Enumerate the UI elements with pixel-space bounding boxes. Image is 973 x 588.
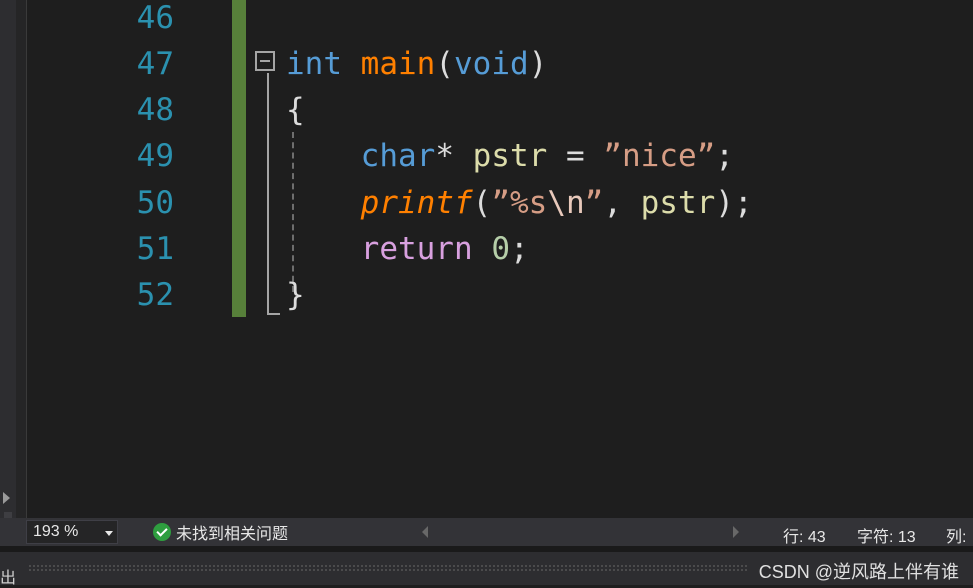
control-keyword-token: return [360,231,473,267]
fold-guide-line [267,73,269,313]
brace-token: } [286,277,305,313]
line-number: 48 [136,92,174,128]
variable-token: pstr [472,138,548,174]
number-token: 0 [491,231,510,267]
fold-guide-end [267,313,280,315]
editor-status-bar: 193 % 未找到相关问题 行: 43 字符: 13 列: [0,518,973,546]
zoom-value: 193 % [33,523,79,540]
check-circle-icon [153,523,171,541]
paren-token: ) [528,46,548,82]
scroll-right-icon[interactable] [733,526,739,538]
string-token: ”nice” [603,138,716,174]
line-number: 46 [136,0,174,36]
panel-separator [16,0,26,518]
keyword-token: int [286,46,342,82]
change-tracking-bar [232,0,246,317]
string-token: ” [584,185,604,221]
cursor-col: 列: [946,529,967,546]
paren-token: ( [472,185,492,221]
line-number: 51 [136,231,174,267]
punct-token: , [603,185,641,221]
watermark: CSDN @逆风路上伴有谁 [758,562,959,582]
chevron-down-icon [105,531,113,536]
code-line-51[interactable]: return 0; [286,226,529,272]
collapse-icon[interactable] [255,51,275,71]
line-number: 52 [136,277,174,313]
scroll-left-icon[interactable] [422,526,428,538]
line-number: 49 [136,138,174,174]
keyword-token: char [360,138,436,174]
line-number: 47 [136,46,174,82]
brace-token: { [286,92,305,128]
line-number: 50 [136,185,174,221]
punct-token: ); [715,185,753,221]
escape-token: \n [547,185,585,221]
left-panel-strip [0,0,16,542]
operator-token: = [547,138,604,174]
bottom-panel-bar: 出 CSDN @逆风路上伴有谁 [0,546,973,588]
keyword-token: void [454,46,529,82]
function-token: main [360,46,436,82]
code-line-50[interactable]: printf(”%s\n”, pstr); [286,180,753,226]
line-number-gutter: 46 47 48 49 50 51 52 [78,0,238,518]
output-tab[interactable]: 出 [0,564,16,588]
punct-token: ; [509,231,529,267]
paren-token: ( [435,46,454,82]
glyph-margin [26,0,79,518]
cursor-char: 字符: 13 [857,529,916,546]
panel-grip [28,564,748,572]
code-line-48[interactable]: { [286,87,305,133]
expand-arrow-icon[interactable] [3,492,10,504]
code-line-49[interactable]: char* pstr = ”nice”; [286,133,734,179]
code-line-52[interactable]: } [286,272,305,318]
cursor-line: 行: 43 [783,529,826,546]
operator-token: * [435,138,473,174]
punct-token: ; [715,138,734,174]
issues-text: 未找到相关问题 [176,526,289,543]
issues-indicator[interactable]: 未找到相关问题 [153,521,288,543]
function-token: printf [360,185,473,221]
variable-token: pstr [640,185,716,221]
string-token: ”%s [491,185,548,221]
code-line-47[interactable]: int main(void) [286,41,547,87]
zoom-dropdown[interactable]: 193 % [26,520,118,544]
